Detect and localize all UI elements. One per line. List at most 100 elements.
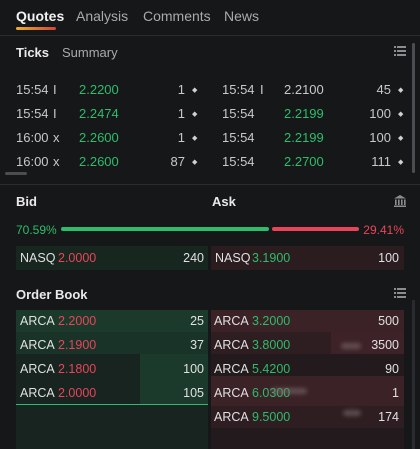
ask-price: 3.2000 [252, 314, 291, 328]
diamond-icon: ◆ [398, 87, 404, 94]
ask-label: Ask [212, 194, 236, 209]
tick-flag: x [53, 130, 60, 145]
diamond-icon: ◆ [192, 87, 198, 94]
exchange: ARCA [20, 362, 55, 376]
exchange: ARCA [20, 314, 55, 328]
tick-flag: I [260, 82, 264, 97]
tick-size: 111 [371, 154, 391, 169]
tab-comments[interactable]: Comments [143, 8, 211, 24]
bank-icon[interactable] [393, 194, 407, 208]
exchange: ARCA [214, 338, 249, 352]
diamond-icon: ◆ [192, 159, 198, 166]
tick-price: 2.2100 [284, 82, 324, 97]
tick-flag: I [53, 82, 57, 97]
tick-flag: I [53, 106, 57, 121]
blurred-marker [341, 343, 361, 349]
ask-percentage: 29.41% [363, 223, 404, 237]
exchange: ARCA [214, 362, 249, 376]
bid-percentage: 70.59% [16, 223, 57, 237]
tick-size: 100 [369, 106, 391, 121]
tick-row: 15:54 I 2.2200 1 ◆ 15:54 I 2.2100 45 ◆ [0, 82, 410, 106]
ask-price: 9.5000 [252, 410, 291, 424]
tab-analysis[interactable]: Analysis [76, 8, 128, 24]
best-ask-row: NASQ 3.1900 100 [211, 246, 404, 270]
ask-size: 100 [378, 251, 399, 265]
diamond-icon: ◆ [398, 135, 404, 142]
bid-book-baseline [16, 404, 208, 405]
ask-row: ARCA 3.2000 500 [211, 310, 404, 332]
bid-size: 105 [183, 386, 204, 400]
top-tab-bar: Quotes Analysis Comments News [0, 0, 420, 36]
active-tab-indicator [16, 27, 56, 30]
bid-size: 240 [183, 251, 204, 265]
tick-size: 1 [177, 106, 185, 121]
bid-price: 2.2000 [58, 314, 97, 328]
blurred-marker [343, 410, 361, 416]
order-book-scrollbar[interactable] [412, 300, 415, 449]
tick-flag: x [53, 154, 60, 169]
bid-size: 100 [183, 362, 204, 376]
ask-size: 3500 [371, 338, 399, 352]
bid-price: 2.0000 [58, 386, 97, 400]
exchange: NASQ [215, 251, 251, 265]
bid-ratio-bar [61, 227, 269, 231]
ask-row: ARCA 5.4200 90 [211, 358, 404, 380]
bid-price: 2.0000 [58, 251, 97, 265]
bid-row: ARCA 2.0000 105 [16, 382, 208, 404]
ticks-title[interactable]: Ticks [16, 45, 49, 60]
tick-row: 15:54 I 2.2474 1 ◆ 15:54 2.2199 100 ◆ [0, 106, 410, 130]
tick-price: 2.2199 [284, 106, 324, 121]
tab-news[interactable]: News [224, 8, 259, 24]
order-book-title: Order Book [16, 287, 88, 302]
divider [0, 184, 420, 185]
tick-price: 2.2199 [284, 130, 324, 145]
ticks-menu-icon[interactable] [394, 46, 406, 57]
tick-row: 16:00 x 2.2600 87 ◆ 15:54 2.2700 111 ◆ [0, 154, 410, 178]
tick-time: 16:00 [16, 130, 49, 145]
tick-time: 16:00 [16, 154, 49, 169]
exchange: ARCA [20, 386, 55, 400]
tab-summary[interactable]: Summary [62, 45, 118, 60]
ticks-horizontal-scrollbar[interactable] [5, 172, 27, 175]
ask-row: ARCA 6.0300 1 [211, 382, 404, 404]
tick-price: 2.2200 [79, 82, 119, 97]
bid-size: 25 [190, 314, 204, 328]
diamond-icon: ◆ [398, 111, 404, 118]
tick-price: 2.2600 [79, 130, 119, 145]
tick-time: 15:54 [222, 154, 255, 169]
ask-price: 3.1900 [252, 251, 291, 265]
tick-time: 15:54 [16, 82, 49, 97]
bid-price: 2.1900 [58, 338, 97, 352]
tick-size: 45 [376, 82, 391, 97]
exchange: ARCA [20, 338, 55, 352]
bid-row: ARCA 2.1800 100 [16, 358, 208, 380]
tick-price: 2.2700 [284, 154, 324, 169]
exchange: ARCA [214, 386, 249, 400]
ask-ratio-bar [272, 227, 359, 231]
bid-row: ARCA 2.2000 25 [16, 310, 208, 332]
tick-price: 2.2600 [79, 154, 119, 169]
tick-price: 2.2474 [79, 106, 119, 121]
exchange: ARCA [214, 314, 249, 328]
tick-size: 1 [177, 82, 185, 97]
ask-size: 90 [385, 362, 399, 376]
exchange: ARCA [214, 410, 249, 424]
tick-time: 15:54 [222, 130, 255, 145]
bid-label: Bid [16, 194, 37, 209]
exchange: NASQ [20, 251, 56, 265]
ask-size: 174 [378, 410, 399, 424]
best-bid-row: NASQ 2.0000 240 [16, 246, 208, 270]
bid-price: 2.1800 [58, 362, 97, 376]
ticks-vertical-scrollbar[interactable] [412, 43, 415, 173]
tick-size: 87 [170, 154, 185, 169]
order-book-menu-icon[interactable] [394, 288, 406, 299]
tick-size: 100 [369, 130, 391, 145]
ask-size: 500 [378, 314, 399, 328]
ask-price: 3.8000 [252, 338, 291, 352]
ask-price: 5.4200 [252, 362, 291, 376]
tick-size: 1 [177, 130, 185, 145]
tab-quotes[interactable]: Quotes [16, 8, 64, 24]
blurred-marker [271, 388, 307, 394]
divider [0, 35, 420, 36]
diamond-icon: ◆ [398, 159, 404, 166]
